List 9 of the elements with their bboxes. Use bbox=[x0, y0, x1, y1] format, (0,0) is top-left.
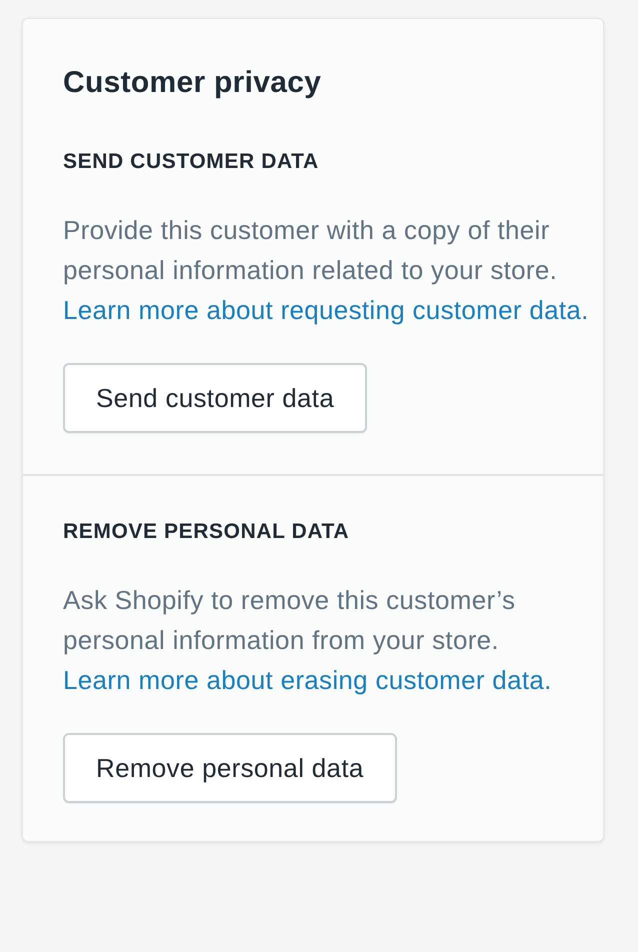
section-description: Ask Shopify to remove this customer’s personal information from your store. Learn more about erasing customer data. bbox=[63, 584, 553, 697]
section-description: Provide this customer with a copy of their personal information related to your store. Learn more about requesting customer data. bbox=[63, 214, 589, 327]
action-button[interactable]: Send customer data bbox=[63, 363, 368, 433]
learn-more-link[interactable]: Learn more about requesting customer data. bbox=[63, 295, 589, 325]
learn-more-link[interactable]: Learn more about erasing customer data. bbox=[63, 665, 552, 695]
action-button[interactable]: Remove personal data bbox=[63, 733, 397, 803]
section-heading: SEND CUSTOMER DATA bbox=[63, 149, 319, 175]
section-heading: REMOVE PERSONAL DATA bbox=[63, 519, 350, 545]
card-title: Customer privacy bbox=[63, 65, 322, 101]
